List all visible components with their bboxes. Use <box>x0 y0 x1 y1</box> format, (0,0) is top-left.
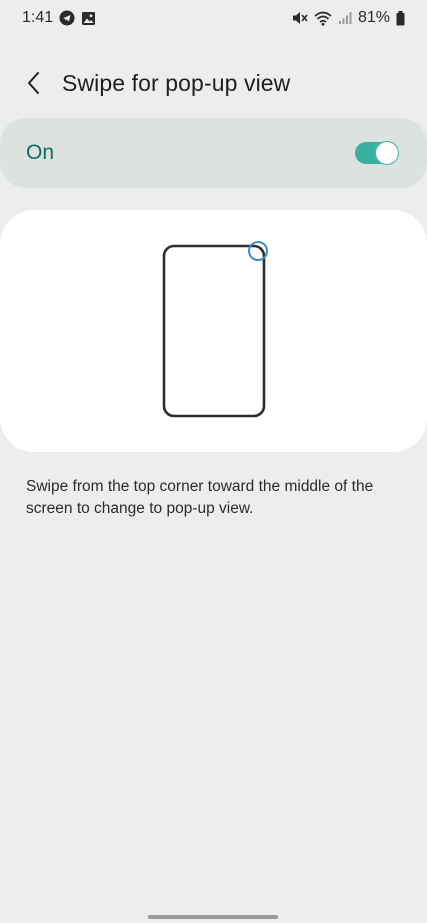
switch-knob <box>375 141 399 165</box>
mute-icon <box>291 10 308 26</box>
status-right: 81% <box>291 9 405 27</box>
signal-icon <box>338 11 352 25</box>
page-title: Swipe for pop-up view <box>62 69 291 96</box>
illustration-card <box>0 210 427 452</box>
back-button[interactable] <box>6 60 62 106</box>
chevron-left-icon <box>28 72 39 94</box>
master-toggle-row[interactable]: On <box>0 118 427 188</box>
battery-icon <box>396 10 405 26</box>
app-header: Swipe for pop-up view <box>0 60 427 106</box>
battery-percent: 81% <box>357 9 390 26</box>
on-off-switch[interactable] <box>355 141 399 165</box>
wifi-icon <box>314 11 332 26</box>
description-text: Swipe from the top corner toward the mid… <box>26 478 374 517</box>
status-time: 1:41 <box>22 9 54 26</box>
telegram-icon <box>59 10 75 26</box>
image-icon <box>81 11 96 26</box>
corner-circle-icon <box>247 241 268 261</box>
phone-outline-icon <box>162 241 268 418</box>
toggle-label: On <box>26 141 55 164</box>
status-left: 1:41 <box>22 9 96 27</box>
status-bar: 1:41 81% <box>0 0 427 36</box>
home-indicator[interactable] <box>148 915 278 919</box>
